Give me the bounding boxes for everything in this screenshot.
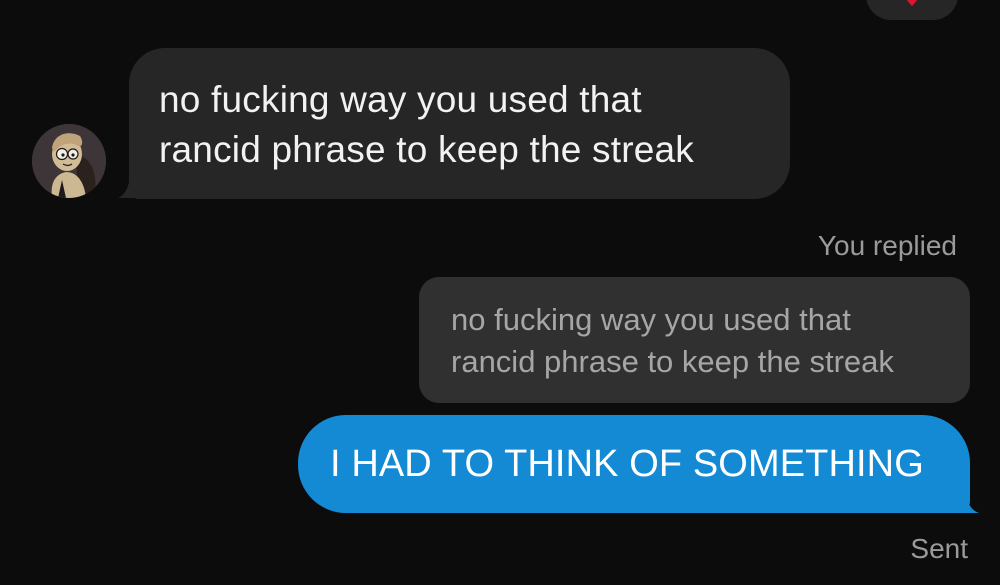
chat-thread: no fucking way you used that rancid phra… [0,0,1000,585]
heart-icon [907,0,917,6]
outgoing-message-text: I HAD TO THINK OF SOMETHING [330,443,924,485]
reaction-bubble[interactable] [866,0,958,20]
quoted-message-line: rancid phrase to keep the streak [451,344,894,379]
quoted-message-text: no fucking way you used that rancid phra… [451,299,894,383]
contact-avatar[interactable] [32,124,106,198]
incoming-message-text: no fucking way you used that rancid phra… [159,75,779,175]
incoming-bubble-tail [118,176,140,198]
incoming-message-line: rancid phrase to keep the streak [159,129,694,170]
quoted-message-line: no fucking way you used that [451,302,851,337]
reply-indicator: You replied [817,230,957,261]
outgoing-bubble-tail [955,489,979,513]
incoming-message-line: no fucking way you used that [159,79,642,120]
avatar-illustration-icon [32,124,106,198]
message-status: Sent [910,533,968,564]
